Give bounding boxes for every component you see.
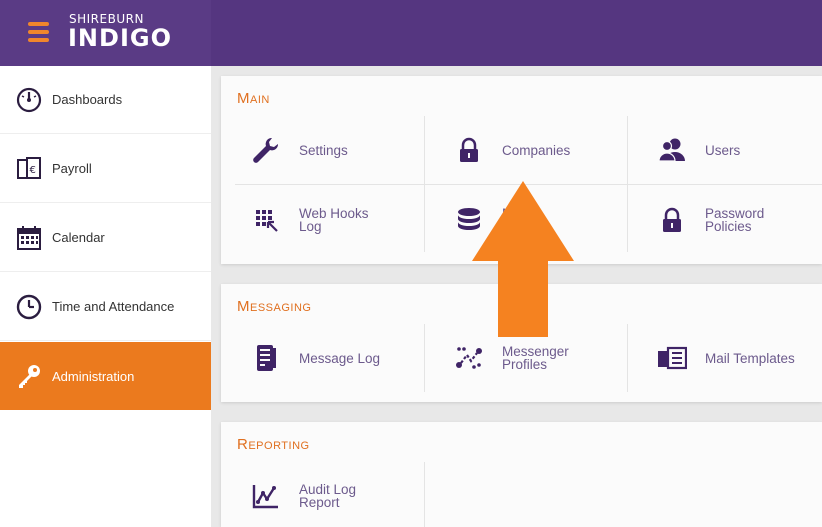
tile-companies[interactable]: Companies — [436, 116, 638, 184]
wrench-icon — [251, 135, 281, 165]
section-title: Main — [237, 90, 270, 107]
message-log-icon — [251, 343, 281, 373]
tile-label: Companies — [502, 142, 571, 158]
calendar-icon — [16, 225, 42, 251]
logo-main-text[interactable]: INDIGO — [68, 24, 172, 52]
tile-label: Users — [705, 142, 741, 158]
svg-text:€: € — [30, 165, 36, 176]
sidebar-item-administration[interactable]: Administration — [0, 342, 211, 410]
section-title: Reporting — [237, 436, 310, 453]
sidebar-item-calendar[interactable]: Calendar — [0, 204, 211, 272]
mail-template-icon — [657, 343, 687, 373]
tile-label: Web Hooks Log — [299, 206, 369, 234]
sidebar-item-dashboards[interactable]: Dashboards — [0, 66, 211, 134]
tile-label: Audit Log Report — [299, 482, 357, 510]
reporting-section: Reporting Audit Log Report — [221, 422, 822, 527]
section-title: Messaging — [237, 298, 312, 315]
tile-audit-log-report[interactable]: Audit Log Report — [233, 462, 435, 527]
sidebar-item-label: Dashboards — [52, 92, 123, 107]
sidebar-item-time-and-attendance[interactable]: Time and Attendance — [0, 273, 211, 341]
payslip-icon: € — [16, 156, 42, 182]
annotation-arrow-up-icon — [472, 181, 574, 337]
tile-password-policies[interactable]: Password Policies — [639, 186, 822, 254]
clock-icon — [16, 294, 42, 320]
tile-settings[interactable]: Settings — [233, 116, 435, 184]
sidebar-item-label: Payroll — [52, 161, 92, 176]
tile-message-log[interactable]: Message Log — [233, 324, 435, 392]
hamburger-menu-icon[interactable] — [28, 22, 49, 42]
tile-mail-templates[interactable]: Mail Templates — [639, 324, 822, 392]
route-icon — [454, 343, 484, 373]
gauge-icon — [16, 87, 42, 113]
tile-label: Messenger Profiles — [502, 344, 569, 372]
webhook-icon — [251, 205, 281, 235]
sidebar-item-label: Administration — [52, 368, 135, 384]
tile-web-hooks-log[interactable]: Web Hooks Log — [233, 186, 435, 254]
tile-label: Password Policies — [705, 206, 765, 234]
users-icon — [657, 135, 687, 165]
tile-label: Message Log — [299, 350, 381, 366]
sidebar: Dashboards € Payroll Calendar Time and A… — [0, 66, 211, 527]
tile-label: Settings — [299, 142, 348, 158]
lock-icon — [454, 135, 484, 165]
tile-label: Mail Templates — [705, 350, 795, 366]
tile-users[interactable]: Users — [639, 116, 822, 184]
sidebar-item-label: Calendar — [52, 230, 105, 245]
key-icon — [16, 363, 42, 389]
sidebar-item-label: Time and Attendance — [52, 299, 175, 314]
sidebar-item-payroll[interactable]: € Payroll — [0, 135, 211, 203]
chart-line-icon — [251, 481, 281, 511]
brand-area: SHIREBURN INDIGO — [0, 0, 211, 66]
lock-icon — [657, 205, 687, 235]
